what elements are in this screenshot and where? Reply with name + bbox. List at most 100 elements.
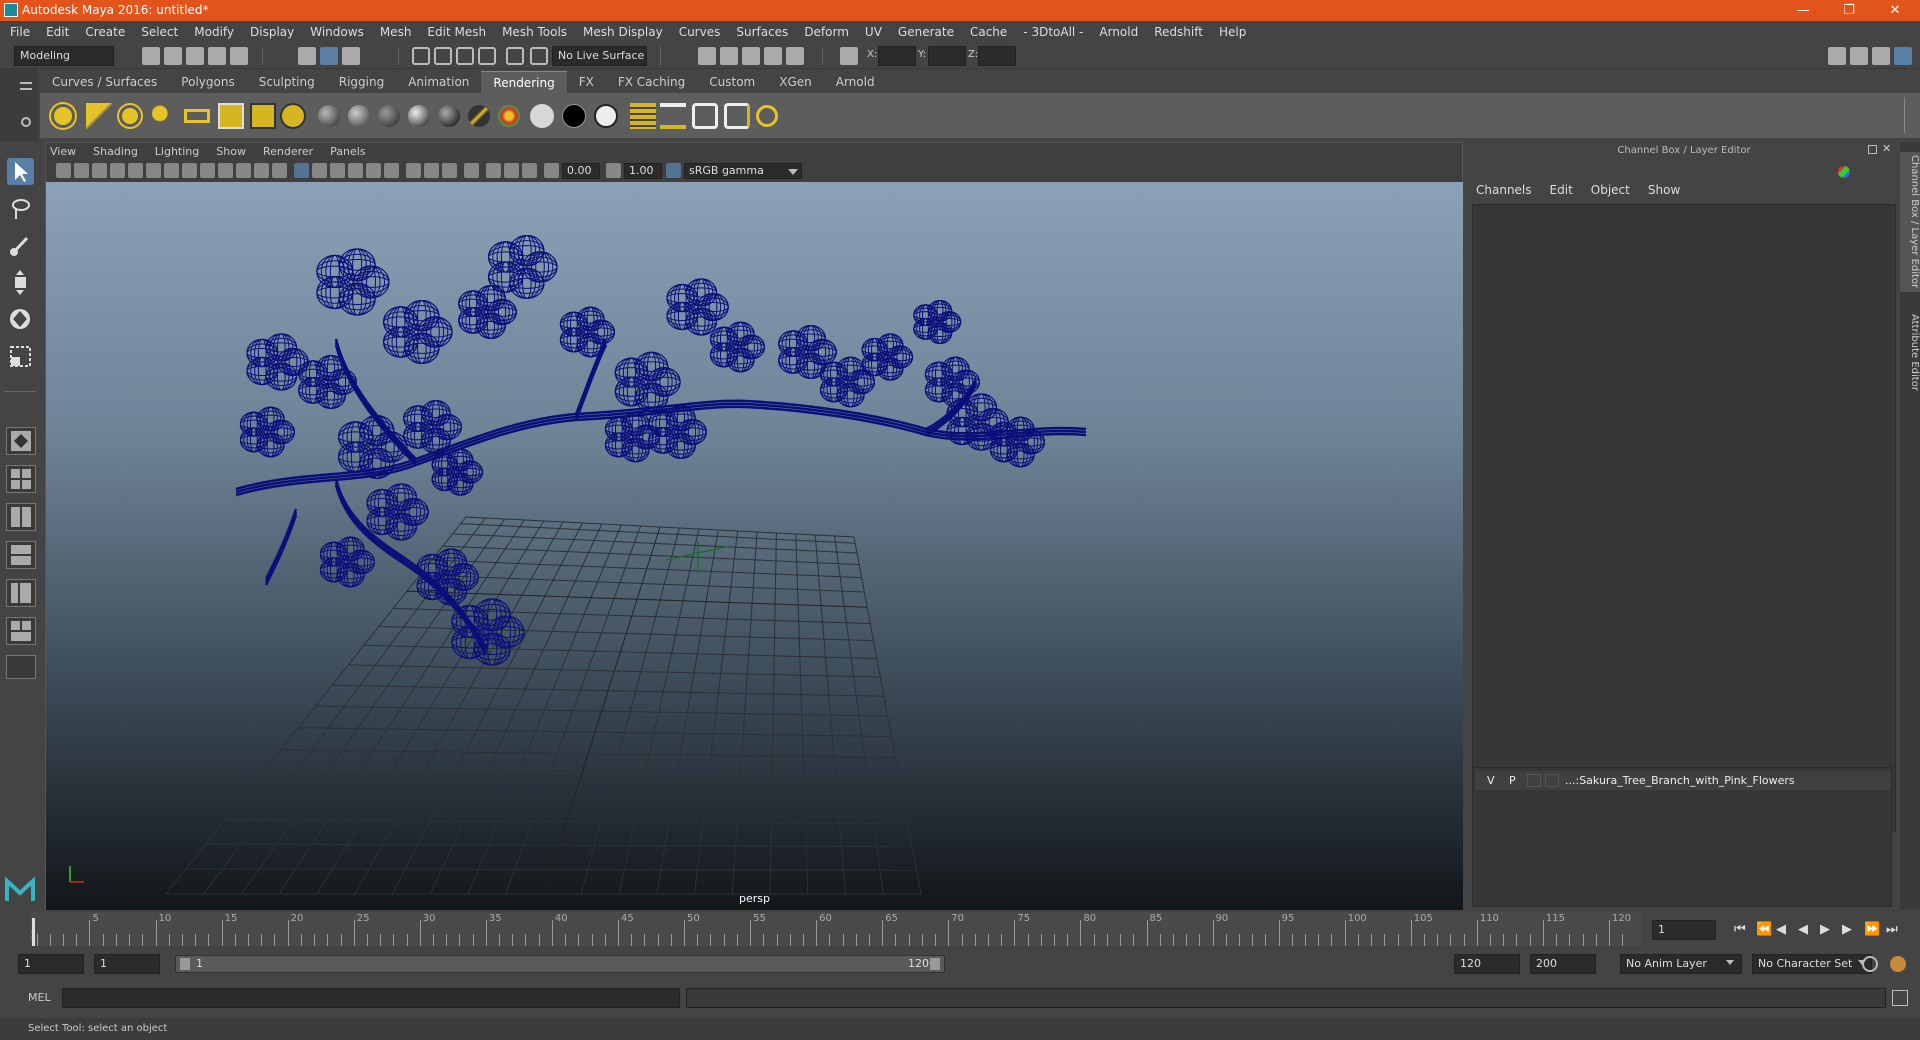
phong-e-material-icon[interactable]: [408, 105, 430, 127]
menu-display[interactable]: Display: [250, 25, 294, 39]
shelf-tab-xgen[interactable]: XGen: [767, 71, 824, 93]
render-layer-icon[interactable]: [630, 103, 656, 129]
layer-visibility-toggle[interactable]: V: [1487, 771, 1495, 790]
snap-to-view-icon[interactable]: [478, 47, 496, 65]
channel-menu-edit[interactable]: Edit: [1550, 183, 1573, 197]
lasso-tool-icon[interactable]: [7, 195, 34, 222]
shelf-tab-polygons[interactable]: Polygons: [169, 71, 246, 93]
wireframe-on-shaded-icon[interactable]: [330, 163, 345, 178]
grease-pencil-icon[interactable]: [146, 163, 161, 178]
play-forwards-icon[interactable]: ▶: [1820, 922, 1830, 937]
range-slider[interactable]: 1 120: [175, 955, 945, 973]
phong-material-icon[interactable]: [378, 105, 400, 127]
isolate-select-icon[interactable]: [464, 163, 479, 178]
image-plane-icon[interactable]: [110, 163, 125, 178]
render-frame-icon[interactable]: [720, 47, 738, 65]
channel-menu-channels[interactable]: Channels: [1476, 183, 1532, 197]
select-by-component-icon[interactable]: [342, 47, 360, 65]
layout-four-view-icon[interactable]: [6, 465, 36, 493]
render-passes-icon[interactable]: [660, 103, 686, 129]
step-back-icon[interactable]: ⏪: [1756, 922, 1772, 937]
gamma-icon[interactable]: [606, 163, 621, 178]
menu-edit[interactable]: Edit: [46, 25, 69, 39]
y-field[interactable]: [928, 46, 966, 66]
perspective-viewport[interactable]: persp: [46, 182, 1463, 910]
menu-mesh[interactable]: Mesh: [380, 25, 412, 39]
script-editor-icon[interactable]: [1892, 990, 1908, 1006]
time-slider[interactable]: 5 10 15 20 25 30 35 40 45 50 55 60 65 70 75 80 85 90 95 100…: [30, 912, 1642, 946]
menu-cache[interactable]: Cache: [970, 25, 1007, 39]
range-start-handle[interactable]: [180, 958, 190, 970]
bookmarks-icon[interactable]: [92, 163, 107, 178]
hypershade-shelf-icon[interactable]: [756, 105, 778, 127]
redo-icon[interactable]: [230, 47, 248, 65]
snap-to-point-icon[interactable]: [456, 47, 474, 65]
menu-mesh-display[interactable]: Mesh Display: [583, 25, 663, 39]
shelf-tab-curves-surfaces[interactable]: Curves / Surfaces: [40, 71, 169, 93]
mel-label[interactable]: MEL: [28, 991, 51, 1004]
make-live-icon[interactable]: [506, 47, 524, 65]
select-tool-icon[interactable]: [7, 158, 34, 185]
shelf-tab-rendering[interactable]: Rendering: [481, 71, 567, 93]
step-forward-key-icon[interactable]: ▶: [1842, 922, 1852, 937]
render-settings-icon[interactable]: [764, 47, 782, 65]
camera-aim-icon[interactable]: [280, 103, 306, 129]
ramp-shader-icon[interactable]: [498, 105, 520, 127]
shadows-icon[interactable]: [384, 163, 399, 178]
field-chart-icon[interactable]: [236, 163, 251, 178]
layer-playback-toggle[interactable]: P: [1509, 771, 1516, 790]
shelf-tab-animation[interactable]: Animation: [396, 71, 481, 93]
scale-tool-icon[interactable]: [7, 343, 34, 370]
safe-action-icon[interactable]: [254, 163, 269, 178]
range-end-handle[interactable]: [930, 958, 940, 970]
safe-title-icon[interactable]: [272, 163, 287, 178]
menu-uv[interactable]: UV: [865, 25, 882, 39]
new-scene-icon[interactable]: [142, 47, 160, 65]
smooth-shade-icon[interactable]: [312, 163, 327, 178]
animation-end-field[interactable]: 200: [1530, 954, 1596, 974]
rotate-tool-icon[interactable]: [7, 306, 34, 333]
anim-layer-selector[interactable]: No Anim Layer: [1620, 954, 1742, 974]
xray-components-icon[interactable]: [522, 163, 537, 178]
step-back-key-icon[interactable]: ◀: [1776, 922, 1786, 937]
playhead[interactable]: [32, 918, 35, 946]
mode-selector[interactable]: Modeling: [14, 46, 114, 66]
gamma-field[interactable]: 1.00: [624, 163, 662, 179]
lambert-material-icon[interactable]: [348, 105, 370, 127]
step-forward-icon[interactable]: ⏩: [1864, 922, 1880, 937]
channel-box-icon[interactable]: [1894, 47, 1912, 65]
shelf-tab-fx[interactable]: FX: [567, 71, 606, 93]
color-management-icon[interactable]: [666, 163, 681, 178]
channel-box-area[interactable]: [1472, 204, 1896, 832]
close-icon[interactable]: ✕: [1872, 0, 1918, 21]
channel-menu-show[interactable]: Show: [1648, 183, 1680, 197]
close-panel-icon[interactable]: ✕: [1882, 142, 1891, 155]
area-light-icon[interactable]: [184, 109, 210, 123]
shading-map-icon[interactable]: [594, 104, 618, 128]
transform-mode-icon[interactable]: [840, 47, 858, 65]
color-space-selector[interactable]: sRGB gamma: [684, 163, 802, 179]
modeling-toolkit-icon[interactable]: [1828, 47, 1846, 65]
animation-start-field[interactable]: 1: [18, 954, 84, 974]
batch-render-icon[interactable]: [692, 103, 718, 129]
restore-icon[interactable]: ❐: [1826, 0, 1872, 21]
float-panel-icon[interactable]: [1868, 145, 1877, 154]
playback-start-field[interactable]: 1: [94, 954, 160, 974]
xray-icon[interactable]: [486, 163, 501, 178]
camera-attributes-icon[interactable]: [74, 163, 89, 178]
viewport-menu-show[interactable]: Show: [216, 143, 246, 161]
save-scene-icon[interactable]: [186, 47, 204, 65]
tab-channel-box[interactable]: Channel Box / Layer Editor: [1900, 152, 1920, 292]
attribute-editor-icon[interactable]: [1850, 47, 1868, 65]
wireframe-icon[interactable]: [294, 163, 309, 178]
paint-select-icon[interactable]: [7, 232, 34, 259]
channel-menu-object[interactable]: Object: [1591, 183, 1630, 197]
x-field[interactable]: [878, 46, 916, 66]
select-camera-icon[interactable]: [56, 163, 71, 178]
point-light-icon[interactable]: [122, 108, 138, 124]
directional-light-icon[interactable]: [86, 103, 112, 129]
chevron-down-icon[interactable]: [1726, 960, 1734, 965]
volume-light-icon[interactable]: [218, 103, 244, 129]
command-input[interactable]: [62, 988, 680, 1008]
viewport-menu-renderer[interactable]: Renderer: [263, 143, 313, 161]
